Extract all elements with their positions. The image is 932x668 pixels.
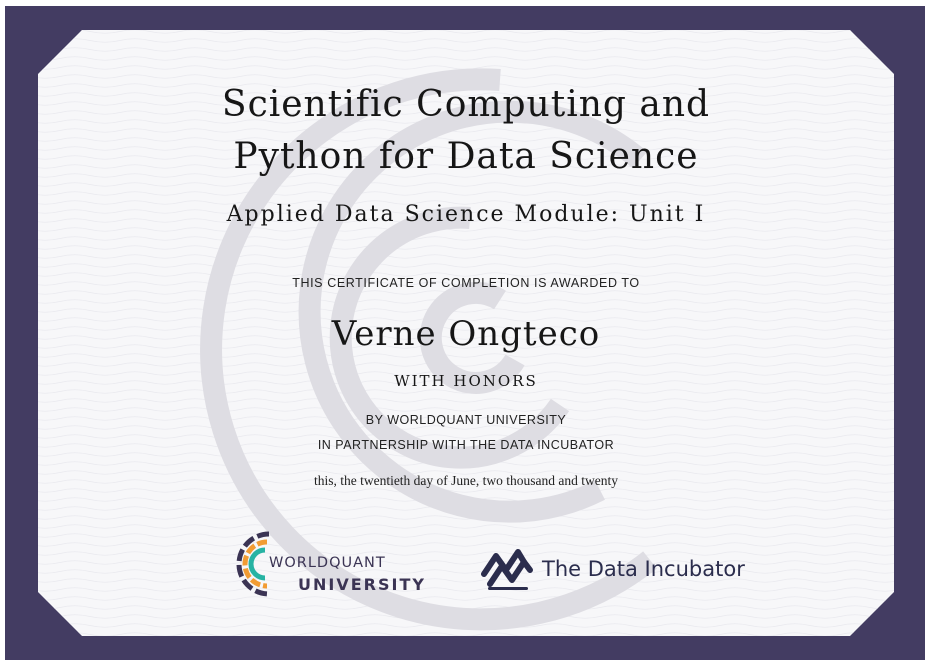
course-title-line-1: Scientific Computing and <box>221 84 711 125</box>
worldquant-wordmark: WORLDQUANT <box>269 555 386 571</box>
recipient-name: Verne Ongteco <box>331 314 601 354</box>
university-wordmark: UNIVERSITY <box>298 575 426 594</box>
date-line: this, the twentieth day of June, two tho… <box>313 473 619 488</box>
data-incubator-logo-icon <box>481 549 533 590</box>
distinction-text: WITH HONORS <box>394 372 538 390</box>
data-incubator-wordmark: The Data Incubator <box>542 557 745 581</box>
course-title-line-2: Python for Data Science <box>233 136 699 177</box>
awarded-to-text: THIS CERTIFICATE OF COMPLETION IS AWARDE… <box>292 276 640 290</box>
partner-line: IN PARTNERSHIP WITH THE DATA INCUBATOR <box>317 438 615 452</box>
module-subtitle: Applied Data Science Module: Unit I <box>226 202 706 227</box>
issuer-line: BY WORLDQUANT UNIVERSITY <box>365 413 567 427</box>
